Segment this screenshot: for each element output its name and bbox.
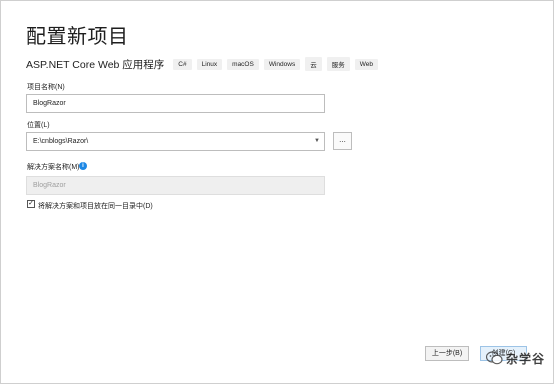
solution-name-input: BlogRazor xyxy=(26,176,325,195)
page-title: 配置新项目 xyxy=(26,26,129,48)
tag-windows: Windows xyxy=(263,58,301,70)
template-name: ASP.NET Core Web 应用程序 xyxy=(26,58,165,71)
same-directory-label[interactable]: 将解决方案和项目放在同一目录中(D) xyxy=(38,201,153,211)
tag-macos: macOS xyxy=(227,58,259,70)
project-name-input[interactable]: BlogRazor xyxy=(26,94,325,113)
tag-web: Web xyxy=(354,58,378,70)
location-label: 位置(L) xyxy=(27,122,50,129)
solution-name-label: 解决方案名称(M) xyxy=(27,164,80,171)
tag-linux: Linux xyxy=(196,58,223,70)
tag-csharp: C# xyxy=(173,58,192,70)
tag-cloud: 云 xyxy=(305,57,322,71)
project-template-header: ASP.NET Core Web 应用程序 C# Linux macOS Win… xyxy=(26,57,383,71)
watermark-text: 杂学谷 xyxy=(506,351,546,366)
watermark: 杂学谷 xyxy=(486,348,545,368)
back-button[interactable]: 上一步(B) xyxy=(425,346,469,361)
location-value: E:\cnblogs\Razor\ xyxy=(33,138,89,145)
project-name-label: 项目名称(N) xyxy=(27,84,65,91)
wechat-logo-icon xyxy=(486,351,503,365)
info-icon[interactable]: i xyxy=(79,162,87,170)
tag-service: 服务 xyxy=(326,57,350,71)
same-directory-checkbox[interactable]: ✓ xyxy=(27,200,35,208)
browse-button[interactable]: ... xyxy=(333,132,352,150)
location-combobox[interactable]: E:\cnblogs\Razor\ ▼ xyxy=(26,132,325,151)
chevron-down-icon[interactable]: ▼ xyxy=(314,133,320,150)
